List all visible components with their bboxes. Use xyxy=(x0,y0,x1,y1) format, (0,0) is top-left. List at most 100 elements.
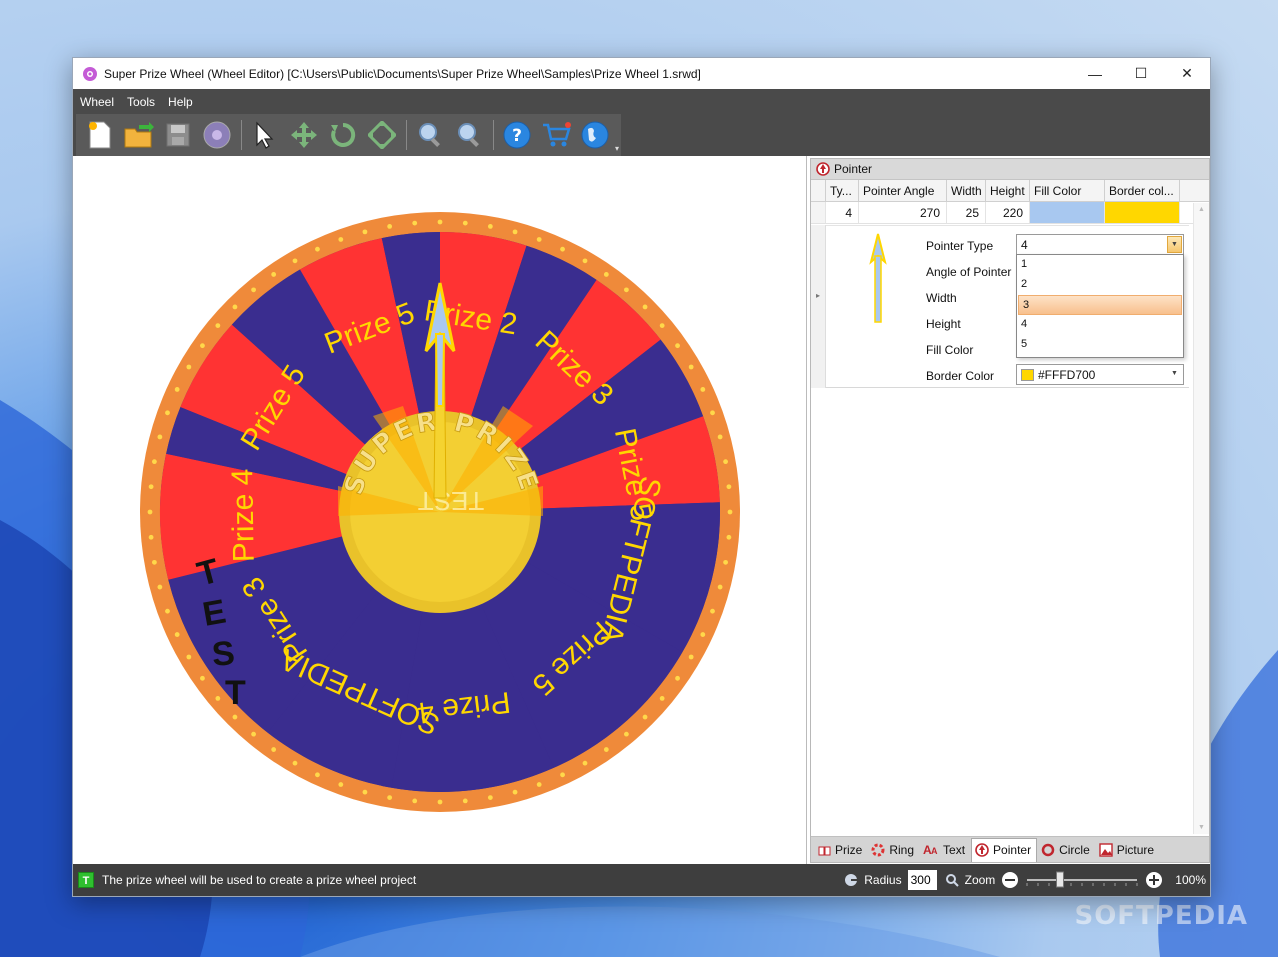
row-header[interactable] xyxy=(811,202,826,223)
close-button[interactable]: ✕ xyxy=(1164,58,1210,89)
ring-star xyxy=(412,220,418,226)
rotate-icon xyxy=(331,122,356,147)
col-type[interactable]: Ty... xyxy=(826,180,859,201)
col-pointer-angle[interactable]: Pointer Angle xyxy=(859,180,947,201)
wheel-segment-label: Prize 4 xyxy=(226,468,261,562)
zoom-out-icon xyxy=(458,123,479,147)
menu-help[interactable]: Help xyxy=(168,95,193,109)
zoom-out-circle-icon[interactable] xyxy=(1001,871,1019,889)
tab-picture[interactable]: Picture xyxy=(1096,838,1159,862)
ring-star xyxy=(338,237,344,242)
zoom-slider-thumb[interactable] xyxy=(1056,871,1065,888)
ring-text-t2: T xyxy=(225,674,246,712)
ring-star xyxy=(412,798,418,804)
col-width[interactable]: Width xyxy=(947,180,986,201)
dropdown-option[interactable]: 2 xyxy=(1017,275,1183,295)
tab-pointer-label: Pointer xyxy=(993,843,1032,857)
ring-star xyxy=(487,224,493,229)
window-title: Super Prize Wheel (Wheel Editor) [C:\Use… xyxy=(104,66,701,81)
cell-type[interactable]: 4 xyxy=(826,202,859,223)
tab-pointer[interactable]: Pointer xyxy=(971,837,1038,862)
prize-wheel[interactable]: Prize 5Prize 5 Prize 2Prize 3Prize 5SOFTP… xyxy=(73,156,807,865)
move-tool-button[interactable] xyxy=(287,118,321,152)
toolbar-separator xyxy=(406,120,407,150)
zoom-in-icon xyxy=(419,123,440,147)
save-disk-icon xyxy=(166,123,190,147)
open-folder-icon xyxy=(124,122,154,148)
select-tool-button[interactable] xyxy=(248,118,282,152)
zoom-slider[interactable] xyxy=(1023,870,1141,890)
tab-circle[interactable]: Circle xyxy=(1038,838,1095,862)
combo-dropdown-icon[interactable]: ▼ xyxy=(1167,236,1182,253)
tab-prize-label: Prize xyxy=(835,842,863,857)
help-button[interactable]: ? xyxy=(500,118,534,152)
combo-dropdown-icon[interactable]: ▼ xyxy=(1167,366,1182,383)
ring-star xyxy=(232,714,238,720)
ring-star xyxy=(688,364,694,370)
ring-star xyxy=(688,654,694,660)
zoom-in-button[interactable] xyxy=(413,118,447,152)
zoom-percent: 100% xyxy=(1175,873,1206,887)
ring-star xyxy=(536,782,542,787)
cell-border-color[interactable] xyxy=(1105,202,1180,223)
wheel-canvas[interactable]: Prize 5 Prize 5 Prize 2 Prize 3 Prize 5 SOFTP… xyxy=(73,156,807,865)
cell-angle[interactable]: 270 xyxy=(859,202,947,223)
ring-star xyxy=(200,343,205,349)
ring-star xyxy=(512,789,518,795)
dropdown-option[interactable]: 5 xyxy=(1017,335,1183,355)
dropdown-option-highlighted[interactable]: 3 xyxy=(1018,295,1182,315)
tab-ring-label: Ring xyxy=(889,842,915,857)
toolbar-overflow-icon[interactable]: ▾ xyxy=(615,144,619,153)
detail-row-indicator[interactable]: ▸ xyxy=(811,225,826,388)
scroll-up-icon[interactable]: ▲ xyxy=(1198,206,1205,213)
ring-star xyxy=(582,760,588,766)
scroll-down-icon[interactable]: ▼ xyxy=(1198,824,1205,831)
menu-wheel[interactable]: Wheel xyxy=(80,95,114,109)
ring-star xyxy=(271,747,277,752)
dropdown-option[interactable]: 1 xyxy=(1017,255,1183,275)
globe-icon xyxy=(581,121,609,149)
pointer-type-label: Pointer Type xyxy=(926,239,994,253)
border-color-combo[interactable]: #FFFD700 ▼ xyxy=(1016,364,1184,385)
buy-button[interactable] xyxy=(539,118,573,152)
cell-fill-color[interactable] xyxy=(1030,202,1105,223)
new-file-button[interactable] xyxy=(83,118,117,152)
dropdown-option[interactable]: 4 xyxy=(1017,315,1183,335)
col-border-color[interactable]: Border col... xyxy=(1105,180,1180,201)
cell-width[interactable]: 25 xyxy=(947,202,986,223)
ring-star xyxy=(624,731,629,737)
pointer-tab-icon xyxy=(975,843,989,857)
wheel-preview-button[interactable] xyxy=(200,118,234,152)
col-height[interactable]: Height xyxy=(986,180,1030,201)
tab-prize[interactable]: Prize xyxy=(815,838,867,862)
ring-star xyxy=(603,272,609,277)
col-fill-color[interactable]: Fill Color xyxy=(1030,180,1105,201)
zoom-in-circle-icon[interactable] xyxy=(1145,871,1163,889)
ring-star xyxy=(292,258,298,264)
save-button[interactable] xyxy=(161,118,195,152)
pointer-grid-row[interactable]: 4 270 25 220 xyxy=(811,202,1209,224)
grid-corner xyxy=(811,180,826,201)
ring-star xyxy=(624,287,629,293)
zoom-out-button[interactable] xyxy=(452,118,486,152)
ring-star xyxy=(152,459,157,465)
tab-text[interactable]: AA Text xyxy=(920,838,970,862)
ring-star xyxy=(487,795,493,800)
website-button[interactable] xyxy=(578,118,612,152)
rotate-tool-button[interactable] xyxy=(326,118,360,152)
ring-star xyxy=(512,229,518,235)
tab-ring[interactable]: Ring xyxy=(868,838,919,862)
menu-tools[interactable]: Tools xyxy=(127,95,155,109)
panel-scrollbar[interactable]: ▲ ▼ xyxy=(1193,203,1209,834)
ring-star xyxy=(723,559,728,565)
maximize-button[interactable]: ☐ xyxy=(1118,58,1164,89)
ring-star xyxy=(362,789,368,795)
resize-diamond-icon xyxy=(368,121,396,149)
pointer-type-combo[interactable]: 4 ▼ xyxy=(1016,234,1184,255)
minimize-button[interactable]: — xyxy=(1072,58,1118,89)
radius-input[interactable]: 300 xyxy=(907,870,937,890)
status-info-icon: T xyxy=(78,872,94,888)
open-folder-button[interactable] xyxy=(122,118,156,152)
resize-tool-button[interactable] xyxy=(365,118,399,152)
cell-height[interactable]: 220 xyxy=(986,202,1030,223)
